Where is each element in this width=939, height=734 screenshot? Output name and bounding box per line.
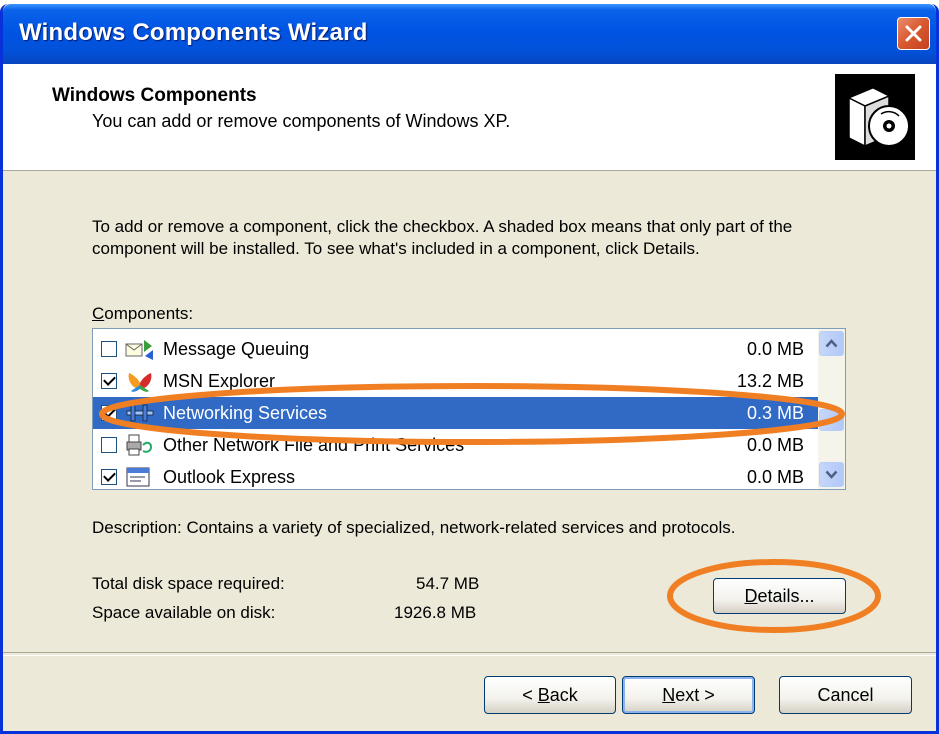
- component-description: Description: Contains a variety of speci…: [92, 518, 736, 537]
- close-button[interactable]: [897, 17, 930, 50]
- list-scrollbar[interactable]: [818, 329, 845, 489]
- component-name: MSN Explorer: [163, 371, 276, 391]
- chevron-down-icon: [825, 470, 838, 479]
- back-accesskey: B: [537, 684, 550, 705]
- checkbox-message-queuing[interactable]: [101, 341, 117, 357]
- back-button[interactable]: < Back: [484, 676, 616, 714]
- component-name: Networking Services: [163, 403, 328, 423]
- component-name: Other Network File and Print Services: [163, 435, 465, 455]
- component-size: 13.2 MB: [736, 371, 804, 391]
- disk-required-label: Total disk space required:: [92, 574, 285, 593]
- component-size: 0.0 MB: [746, 467, 804, 487]
- message-queuing-icon: [125, 340, 153, 360]
- checkbox-networking-services[interactable]: [101, 405, 117, 421]
- wizard-window: Windows Components Wizard Windows Compon…: [0, 4, 939, 734]
- header-subtitle: You can add or remove components of Wind…: [92, 111, 511, 131]
- printer-network-icon: [126, 434, 153, 456]
- footer-separator: [3, 652, 936, 656]
- component-name: Message Queuing: [163, 339, 310, 359]
- window-title: Windows Components Wizard: [19, 19, 368, 46]
- disk-required-value: 54.7 MB: [416, 574, 480, 593]
- cancel-button[interactable]: Cancel: [779, 676, 912, 714]
- details-label-rest: etails...: [757, 585, 815, 606]
- back-prefix: <: [522, 684, 538, 705]
- components-accesskey: C: [92, 304, 105, 323]
- scroll-down-button[interactable]: [819, 462, 844, 487]
- components-cd-box-icon: [835, 74, 915, 160]
- details-button[interactable]: Details...: [713, 578, 846, 614]
- list-item-msn-explorer[interactable]: MSN Explorer 13.2 MB: [93, 365, 818, 397]
- list-item-outlook-express[interactable]: Outlook Express 0.0 MB: [93, 461, 818, 489]
- header-title: Windows Components: [52, 85, 257, 106]
- next-accesskey: N: [662, 684, 676, 705]
- components-label-rest: omponents:: [104, 304, 194, 323]
- back-label-rest: ack: [549, 684, 578, 705]
- network-services-icon: [126, 404, 154, 422]
- chevron-up-icon: [825, 339, 838, 348]
- component-name: Outlook Express: [163, 467, 296, 487]
- close-icon: [905, 25, 922, 42]
- component-size: 0.0 MB: [746, 435, 804, 455]
- list-item-other-network-file-print[interactable]: Other Network File and Print Services 0.…: [93, 429, 818, 461]
- scroll-thumb[interactable]: [819, 409, 844, 431]
- next-label-rest: ext >: [675, 684, 715, 705]
- components-label: Components:: [92, 303, 193, 325]
- wizard-header: Windows Components You can add or remove…: [3, 64, 936, 171]
- components-listbox[interactable]: Message Queuing 0.0 MB MSN Explorer 13.2…: [92, 328, 846, 490]
- checkbox-outlook-express[interactable]: [101, 469, 117, 485]
- disk-available-label: Space available on disk:: [92, 603, 276, 622]
- component-size: 0.0 MB: [746, 339, 804, 359]
- disk-available-value: 1926.8 MB: [394, 603, 477, 622]
- scroll-up-button[interactable]: [819, 331, 844, 356]
- checkbox-other-network-file-print[interactable]: [101, 437, 117, 453]
- details-accesskey: D: [744, 585, 758, 606]
- component-size: 0.3 MB: [746, 403, 804, 423]
- msn-butterfly-icon: [128, 373, 152, 392]
- checkbox-msn-explorer[interactable]: [101, 373, 117, 389]
- list-item-message-queuing[interactable]: Message Queuing 0.0 MB: [93, 333, 818, 365]
- next-button[interactable]: Next >: [622, 676, 755, 714]
- instructions-text: To add or remove a component, click the …: [92, 217, 793, 258]
- list-item-networking-services[interactable]: Networking Services 0.3 MB: [93, 397, 818, 429]
- title-bar[interactable]: Windows Components Wizard: [3, 4, 936, 64]
- outlook-express-icon: [126, 467, 150, 487]
